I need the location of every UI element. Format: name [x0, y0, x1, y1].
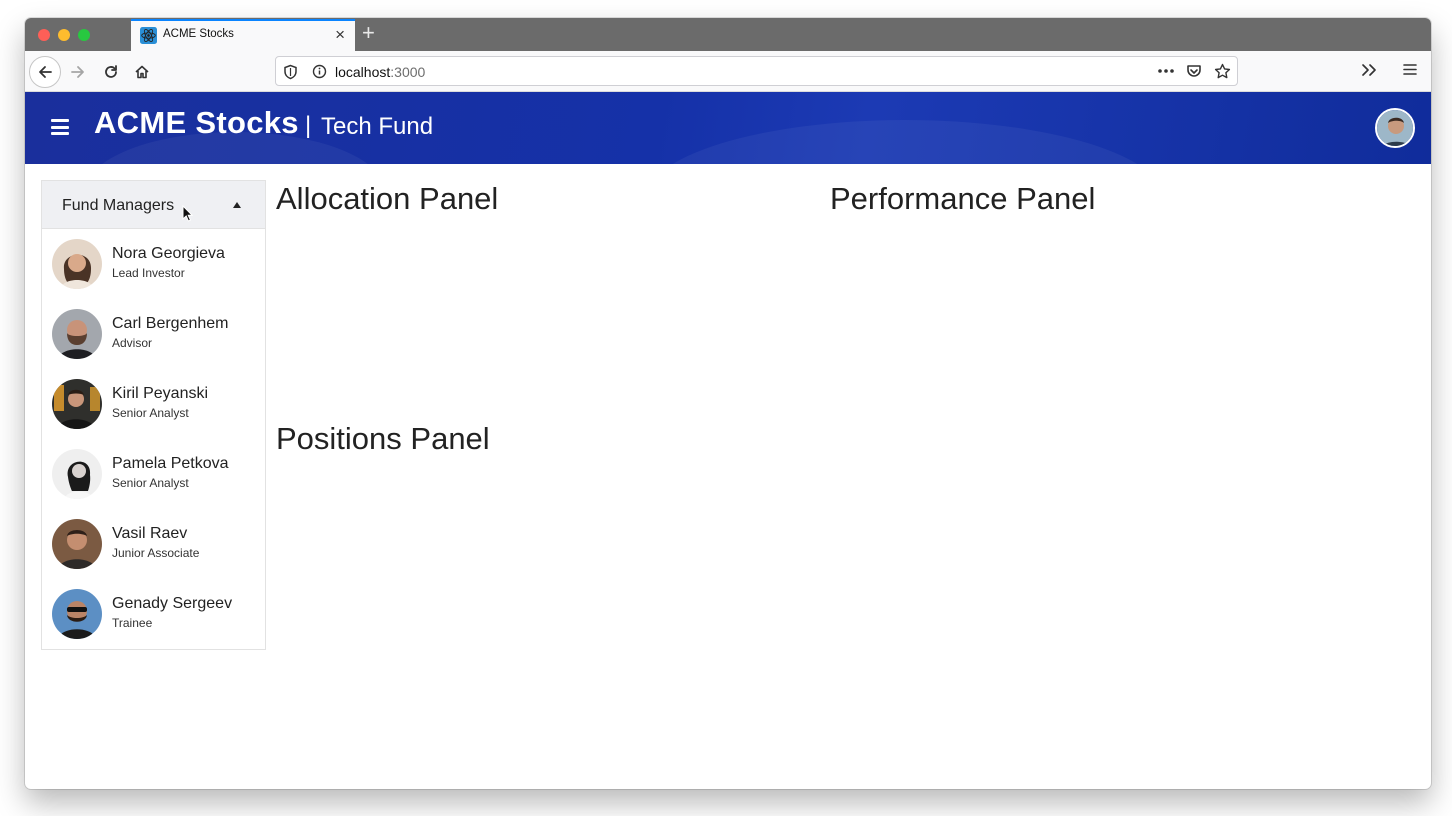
manager-item[interactable]: Vasil Raev Junior Associate: [42, 509, 265, 579]
brand-title: ACME Stocks: [94, 105, 299, 140]
brand-subtitle: Tech Fund: [321, 113, 434, 140]
maximize-window-button[interactable]: [78, 29, 90, 41]
minimize-window-button[interactable]: [58, 29, 70, 41]
address-bar[interactable]: localhost:3000: [275, 56, 1238, 86]
avatar: [52, 309, 102, 359]
tab-strip: ACME Stocks × +: [25, 18, 1431, 51]
header-decoration: [645, 120, 1165, 164]
reload-button[interactable]: [95, 56, 127, 88]
manager-name: Genady Sergeev: [112, 595, 233, 612]
manager-item[interactable]: Carl Bergenhem Advisor: [42, 299, 265, 369]
app-header: ACME Stocks | Tech Fund: [25, 92, 1431, 164]
fund-managers-title: Fund Managers: [62, 197, 175, 214]
navigation-toolbar: localhost:3000: [25, 51, 1431, 92]
manager-name: Pamela Petkova: [112, 455, 229, 472]
manager-role: Lead Investor: [112, 266, 185, 280]
reload-icon: [105, 65, 117, 78]
manager-name: Nora Georgieva: [112, 245, 225, 262]
home-button[interactable]: [126, 56, 158, 88]
manager-role: Advisor: [112, 336, 153, 350]
bookmark-star-icon[interactable]: [1213, 62, 1231, 80]
browser-window: ACME Stocks × + localhost:3000 ACME Stoc…: [25, 18, 1431, 789]
arrow-right-icon: [71, 66, 84, 78]
hamburger-icon[interactable]: [51, 119, 69, 135]
allocation-panel-title: Allocation Panel: [276, 181, 499, 216]
performance-panel-title: Performance Panel: [830, 181, 1096, 216]
manager-role: Senior Analyst: [112, 476, 189, 490]
manager-item[interactable]: Genady Sergeev Trainee: [42, 579, 265, 649]
brand-separator: |: [305, 112, 312, 139]
manager-item[interactable]: Nora Georgieva Lead Investor: [42, 229, 265, 299]
react-icon: [140, 27, 157, 44]
positions-panel-title: Positions Panel: [276, 421, 490, 456]
url-actions: [1157, 62, 1231, 80]
manager-role: Senior Analyst: [112, 406, 189, 420]
manager-item[interactable]: Pamela Petkova Senior Analyst: [42, 439, 265, 509]
manager-name: Kiril Peyanski: [112, 385, 209, 402]
back-button[interactable]: [29, 56, 61, 88]
more-actions-icon[interactable]: [1157, 62, 1175, 80]
forward-button[interactable]: [62, 56, 94, 88]
avatar: [52, 379, 102, 429]
fund-managers-panel: Fund Managers Nora Georgieva Lead Invest…: [41, 180, 266, 650]
new-tab-icon[interactable]: +: [362, 20, 375, 46]
caret-up-icon[interactable]: [233, 202, 241, 208]
arrow-left-icon: [39, 66, 52, 78]
tab-title: ACME Stocks: [163, 28, 234, 40]
avatar: [52, 519, 102, 569]
url-text[interactable]: localhost:3000: [335, 64, 425, 80]
mouse-cursor-icon: [182, 205, 193, 222]
manager-role: Trainee: [112, 616, 153, 630]
url-port: :3000: [390, 64, 426, 80]
home-icon: [135, 65, 149, 79]
info-icon[interactable]: [312, 64, 327, 79]
manager-role: Junior Associate: [112, 546, 200, 560]
close-tab-icon[interactable]: ×: [335, 25, 345, 45]
manager-name: Vasil Raev: [112, 525, 188, 542]
avatar: [52, 239, 102, 289]
hamburger-menu-icon[interactable]: [1403, 63, 1417, 76]
avatar: [52, 449, 102, 499]
pocket-icon[interactable]: [1185, 62, 1203, 80]
avatar: [52, 589, 102, 639]
manager-item[interactable]: Kiril Peyanski Senior Analyst: [42, 369, 265, 439]
close-window-button[interactable]: [38, 29, 50, 41]
overflow-menu-icon[interactable]: [1361, 63, 1377, 77]
url-host: localhost: [335, 64, 391, 80]
user-avatar[interactable]: [1375, 108, 1415, 148]
browser-tab[interactable]: ACME Stocks ×: [131, 19, 355, 51]
fund-managers-header[interactable]: Fund Managers: [42, 181, 265, 229]
manager-name: Carl Bergenhem: [112, 315, 229, 332]
shield-icon[interactable]: [283, 64, 298, 80]
